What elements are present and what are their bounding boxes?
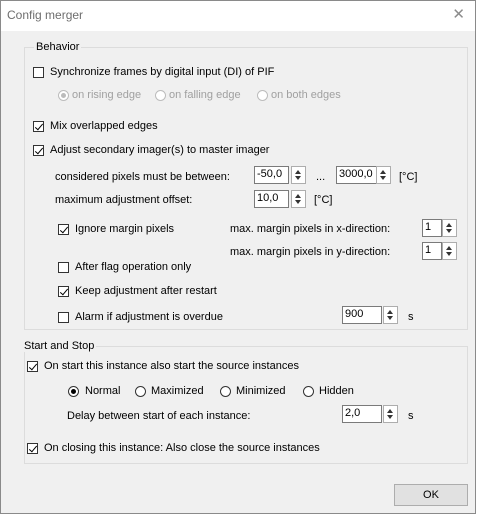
on-start-checkbox[interactable] [27,361,38,372]
normal-mode-radio[interactable] [68,386,79,397]
config-merger-dialog: Config merger ✕ Behavior Synchronize fra… [0,0,476,514]
pixels-between-label: considered pixels must be between: [55,171,230,183]
mix-edges-label[interactable]: Mix overlapped edges [50,120,158,132]
margin-y-input[interactable]: 1 [422,242,442,260]
max-offset-spinner[interactable] [291,190,306,208]
margin-x-label: max. margin pixels in x-direction: [230,223,391,235]
margin-y-spinner[interactable] [442,242,457,260]
close-icon[interactable]: ✕ [452,6,465,24]
maximized-mode-radio[interactable] [135,386,146,397]
on-close-checkbox[interactable] [27,443,38,454]
delay-label: Delay between start of each instance: [67,410,251,422]
rising-edge-radio[interactable] [58,90,69,101]
falling-edge-label[interactable]: on falling edge [169,89,241,101]
delay-unit-label: s [408,410,414,422]
max-offset-unit-label: [°C] [314,194,333,206]
start-stop-legend: Start and Stop [22,340,97,352]
adjust-secondary-label[interactable]: Adjust secondary imager(s) to master ima… [50,144,269,156]
hidden-mode-radio[interactable] [303,386,314,397]
alarm-unit-label: s [408,311,414,323]
keep-adjustment-label[interactable]: Keep adjustment after restart [75,285,217,297]
falling-edge-radio[interactable] [155,90,166,101]
delay-input[interactable]: 2,0 [342,405,382,423]
max-offset-input[interactable]: 10,0 [254,190,289,208]
max-offset-label: maximum adjustment offset: [55,194,193,206]
after-flag-label[interactable]: After flag operation only [75,261,191,273]
pixels-max-input[interactable]: 3000,0 [336,166,377,184]
after-flag-checkbox[interactable] [58,262,69,273]
margin-x-spinner[interactable] [442,219,457,237]
pixels-min-spinner[interactable] [291,166,306,184]
minimized-mode-label[interactable]: Minimized [236,385,286,397]
alarm-value-input[interactable]: 900 [342,306,382,324]
hidden-mode-label[interactable]: Hidden [319,385,354,397]
both-edges-label[interactable]: on both edges [271,89,341,101]
range-separator: ... [316,171,326,183]
rising-edge-label[interactable]: on rising edge [72,89,141,101]
sync-frames-checkbox[interactable] [33,67,44,78]
ok-button[interactable]: OK [394,484,468,506]
mix-edges-checkbox[interactable] [33,121,44,132]
alarm-overdue-checkbox[interactable] [58,312,69,323]
margin-x-input[interactable]: 1 [422,219,442,237]
both-edges-radio[interactable] [257,90,268,101]
pixels-min-input[interactable]: -50,0 [254,166,289,184]
sync-frames-label[interactable]: Synchronize frames by digital input (DI)… [50,66,274,78]
adjust-secondary-checkbox[interactable] [33,145,44,156]
ok-button-label: OK [423,489,439,501]
keep-adjustment-checkbox[interactable] [58,286,69,297]
minimized-mode-radio[interactable] [220,386,231,397]
ignore-margin-label[interactable]: Ignore margin pixels [75,223,174,235]
alarm-value-spinner[interactable] [383,306,398,324]
maximized-mode-label[interactable]: Maximized [151,385,204,397]
delay-spinner[interactable] [383,405,398,423]
window-title: Config merger [7,8,84,22]
title-bar: Config merger ✕ [1,1,475,31]
on-close-label[interactable]: On closing this instance: Also close the… [44,442,320,454]
behavior-legend: Behavior [34,41,82,53]
ignore-margin-checkbox[interactable] [58,224,69,235]
normal-mode-label[interactable]: Normal [85,385,120,397]
pixels-unit-label: [°C] [399,171,418,183]
pixels-max-spinner[interactable] [376,166,391,184]
alarm-overdue-label[interactable]: Alarm if adjustment is overdue [75,311,223,323]
margin-y-label: max. margin pixels in y-direction: [230,246,391,258]
on-start-label[interactable]: On start this instance also start the so… [44,360,299,372]
